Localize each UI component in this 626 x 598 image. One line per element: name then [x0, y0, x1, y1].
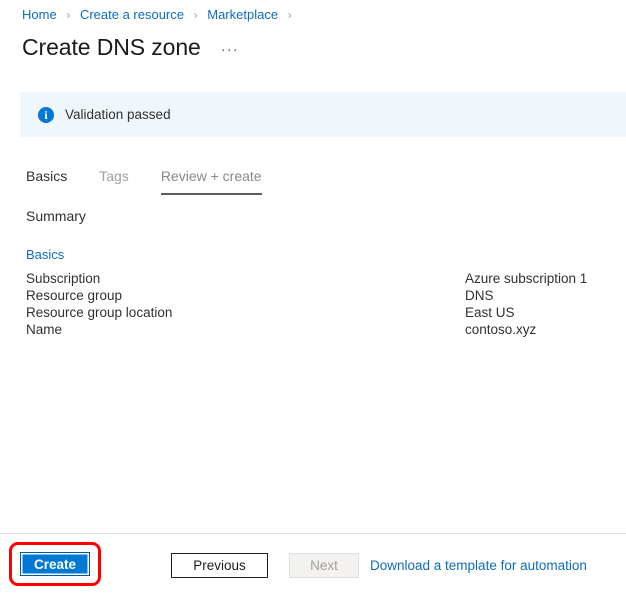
breadcrumb-separator-icon: › [287, 8, 292, 22]
summary-key: Name [26, 322, 63, 337]
breadcrumb-item-marketplace[interactable]: Marketplace [207, 7, 278, 22]
summary-heading: Summary [26, 208, 86, 224]
summary-key: Resource group [26, 288, 123, 303]
breadcrumb-separator-icon: › [66, 8, 71, 22]
title-row: Create DNS zone ··· [22, 32, 243, 62]
summary-key: Resource group location [26, 305, 173, 320]
page-title: Create DNS zone [22, 34, 201, 60]
summary-value: contoso.xyz [465, 322, 537, 337]
create-button[interactable]: Create [20, 552, 90, 576]
table-row: Subscription Azure subscription 1 [26, 271, 606, 288]
validation-banner: i Validation passed [20, 92, 626, 137]
tab-review-create[interactable]: Review + create [160, 166, 262, 195]
validation-banner-text: Validation passed [65, 107, 171, 122]
previous-button[interactable]: Previous [171, 553, 268, 578]
summary-value: Azure subscription 1 [465, 271, 588, 286]
summary-value: DNS [465, 288, 494, 303]
summary-key: Subscription [26, 271, 101, 286]
wizard-tabs: Basics Tags Review + create [26, 166, 294, 195]
download-template-link[interactable]: Download a template for automation [370, 558, 587, 573]
info-icon: i [38, 106, 54, 123]
table-row: Resource group location East US [26, 305, 606, 322]
more-options-icon[interactable]: ··· [217, 41, 243, 59]
summary-section-link-basics[interactable]: Basics [26, 247, 64, 262]
breadcrumb-item-create-a-resource[interactable]: Create a resource [80, 7, 184, 22]
summary-value: East US [465, 305, 515, 320]
summary-table: Subscription Azure subscription 1 Resour… [26, 271, 606, 339]
tab-tags[interactable]: Tags [99, 166, 129, 195]
breadcrumb-item-home[interactable]: Home [22, 7, 57, 22]
table-row: Name contoso.xyz [26, 322, 606, 339]
breadcrumb-separator-icon: › [193, 8, 198, 22]
table-row: Resource group DNS [26, 288, 606, 305]
breadcrumb: Home › Create a resource › Marketplace › [22, 7, 298, 23]
next-button: Next [289, 553, 359, 578]
tab-basics[interactable]: Basics [26, 166, 67, 195]
